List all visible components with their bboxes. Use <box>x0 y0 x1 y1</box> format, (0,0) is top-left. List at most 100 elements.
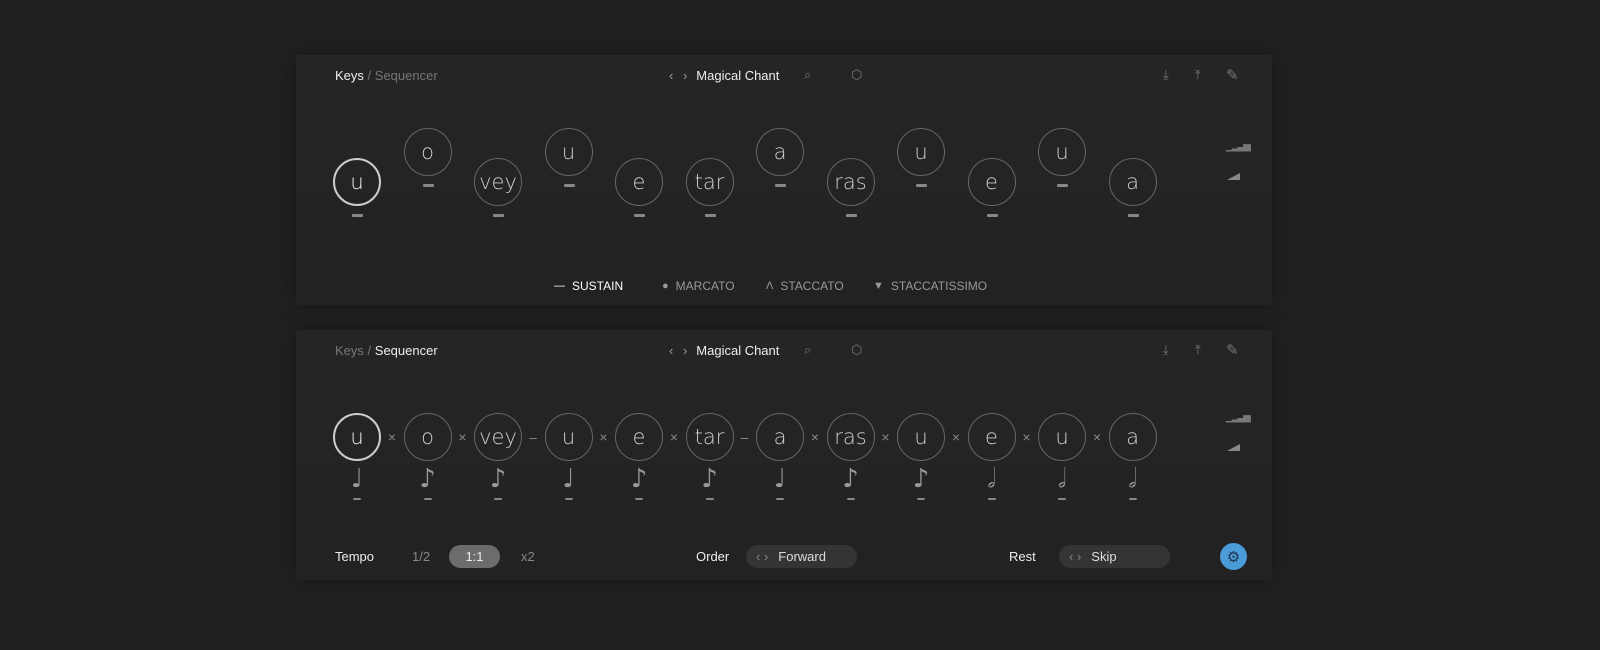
settings-gear-icon[interactable]: ⚙ <box>1220 543 1247 570</box>
sustain-mark[interactable] <box>494 498 502 500</box>
note-eighth-icon[interactable]: ♪ <box>631 464 648 494</box>
note-eighth-icon[interactable]: ♪ <box>419 464 436 494</box>
syllable-circle[interactable]: o <box>403 128 452 176</box>
note-eighth-icon[interactable]: ♪ <box>701 464 718 494</box>
sustain-mark[interactable] <box>845 214 857 217</box>
download-icon[interactable]: ⤓ <box>1163 67 1169 83</box>
connector[interactable]: × <box>670 429 678 445</box>
syllable-circle[interactable]: tar <box>685 413 734 461</box>
sustain-mark[interactable] <box>423 498 432 500</box>
sustain-mark[interactable] <box>634 214 645 217</box>
sustain-mark[interactable] <box>705 498 714 500</box>
syllable-circle[interactable]: a <box>1108 413 1157 461</box>
syllable-circle[interactable]: e <box>967 158 1016 206</box>
articulation-staccato[interactable]: Λ STACCATO <box>766 279 844 293</box>
syllable-circle[interactable]: u <box>1038 413 1086 461</box>
syllable-circle[interactable]: vey <box>474 158 522 206</box>
syllable-circle[interactable]: a <box>1108 158 1157 206</box>
upload-icon[interactable]: ⤒ <box>1195 342 1201 358</box>
search-icon[interactable]: ⌕ <box>804 67 811 83</box>
syllable-circle[interactable]: tar <box>685 158 734 206</box>
articulation-marcato[interactable]: ● MARCATO <box>662 279 735 293</box>
sustain-mark[interactable] <box>564 498 573 500</box>
sustain-mark[interactable] <box>916 184 927 187</box>
note-eighth-icon[interactable]: ♪ <box>913 464 930 494</box>
note-half-icon[interactable]: 𝅗𝅥 <box>1058 464 1066 495</box>
syllable-circle[interactable]: o <box>403 413 452 461</box>
syllable-circle[interactable]: e <box>615 158 663 206</box>
syllable-circle[interactable]: ras <box>826 158 875 206</box>
connector[interactable]: × <box>458 429 466 445</box>
order-arrows[interactable]: ‹ › <box>756 549 768 564</box>
sustain-mark[interactable] <box>1128 498 1137 500</box>
sustain-mark[interactable] <box>1057 184 1068 187</box>
preset-name[interactable]: Magical Chant <box>696 68 779 83</box>
preset-prev-next[interactable]: ‹ › <box>669 68 690 83</box>
sustain-mark[interactable] <box>1127 214 1139 217</box>
note-quarter-icon[interactable]: ♩ <box>774 464 786 494</box>
sustain-mark[interactable] <box>352 214 363 217</box>
pencil-icon[interactable]: ✎ <box>1226 341 1239 359</box>
sustain-mark[interactable] <box>353 498 361 500</box>
note-half-icon[interactable]: 𝅗𝅥 <box>1128 464 1136 495</box>
note-half-icon[interactable]: 𝅗𝅥 <box>987 464 995 495</box>
sustain-mark[interactable] <box>1058 498 1066 500</box>
syllable-circle[interactable]: u <box>333 158 381 206</box>
sustain-mark[interactable] <box>635 498 643 500</box>
connector[interactable]: × <box>388 429 396 445</box>
breadcrumb-sequencer[interactable]: Sequencer <box>375 343 438 358</box>
syllable-circle[interactable]: u <box>1038 128 1086 176</box>
sustain-mark[interactable] <box>987 498 996 500</box>
breadcrumb-sequencer[interactable]: Sequencer <box>375 68 438 83</box>
breadcrumb-keys[interactable]: Keys <box>335 68 364 83</box>
connector[interactable]: × <box>599 429 607 445</box>
tempo-option[interactable]: 1/2 <box>412 545 430 568</box>
ramp-icon[interactable] <box>1227 444 1240 451</box>
preset-prev-next[interactable]: ‹ › <box>669 343 690 358</box>
sustain-mark[interactable] <box>493 214 504 217</box>
rest-selector[interactable]: ‹ › Skip <box>1059 545 1170 568</box>
connector[interactable]: × <box>1093 429 1101 445</box>
rest-arrows[interactable]: ‹ › <box>1069 549 1081 564</box>
syllable-circle[interactable]: a <box>756 413 804 461</box>
articulation-staccatissimo[interactable]: ▼ STACCATISSIMO <box>873 279 987 293</box>
ramp-icon[interactable] <box>1227 173 1240 180</box>
tempo-option[interactable]: 1:1 <box>449 545 500 568</box>
syllable-circle[interactable]: u <box>333 413 381 461</box>
preset-name[interactable]: Magical Chant <box>696 343 779 358</box>
note-quarter-icon[interactable]: ♩ <box>562 464 574 494</box>
dice-icon[interactable]: ⬡ <box>851 67 862 83</box>
sustain-mark[interactable] <box>776 498 784 500</box>
velocity-bars-icon[interactable]: ▁▂▃▅ <box>1226 141 1251 152</box>
search-icon[interactable]: ⌕ <box>804 342 811 358</box>
articulation-sustain[interactable]: — SUSTAIN <box>554 279 623 293</box>
order-selector[interactable]: ‹ › Forward <box>746 545 857 568</box>
connector[interactable]: × <box>952 429 960 445</box>
syllable-circle[interactable]: u <box>897 128 945 176</box>
connector[interactable]: × <box>1022 429 1030 445</box>
syllable-circle[interactable]: u <box>897 413 945 461</box>
syllable-circle[interactable]: ras <box>826 413 875 461</box>
download-icon[interactable]: ⤓ <box>1163 342 1169 358</box>
sustain-mark[interactable] <box>563 184 575 187</box>
tempo-option[interactable]: x2 <box>521 545 535 568</box>
velocity-bars-icon[interactable]: ▁▂▃▅ <box>1226 412 1251 423</box>
syllable-circle[interactable]: vey <box>474 413 522 461</box>
pencil-icon[interactable]: ✎ <box>1226 66 1239 84</box>
sustain-mark[interactable] <box>704 214 716 217</box>
syllable-circle[interactable]: e <box>967 413 1016 461</box>
connector[interactable]: – <box>741 429 749 445</box>
note-eighth-icon[interactable]: ♪ <box>490 464 507 494</box>
note-eighth-icon[interactable]: ♪ <box>842 464 859 494</box>
connector[interactable]: – <box>529 429 537 445</box>
connector[interactable]: × <box>881 429 889 445</box>
sustain-mark[interactable] <box>917 498 925 500</box>
dice-icon[interactable]: ⬡ <box>851 342 862 358</box>
upload-icon[interactable]: ⤒ <box>1195 67 1201 83</box>
connector[interactable]: × <box>811 429 819 445</box>
sustain-mark[interactable] <box>422 184 434 187</box>
syllable-circle[interactable]: a <box>756 128 804 176</box>
breadcrumb-keys[interactable]: Keys <box>335 343 364 358</box>
note-quarter-icon[interactable]: ♩ <box>351 464 363 494</box>
syllable-circle[interactable]: u <box>544 413 593 461</box>
